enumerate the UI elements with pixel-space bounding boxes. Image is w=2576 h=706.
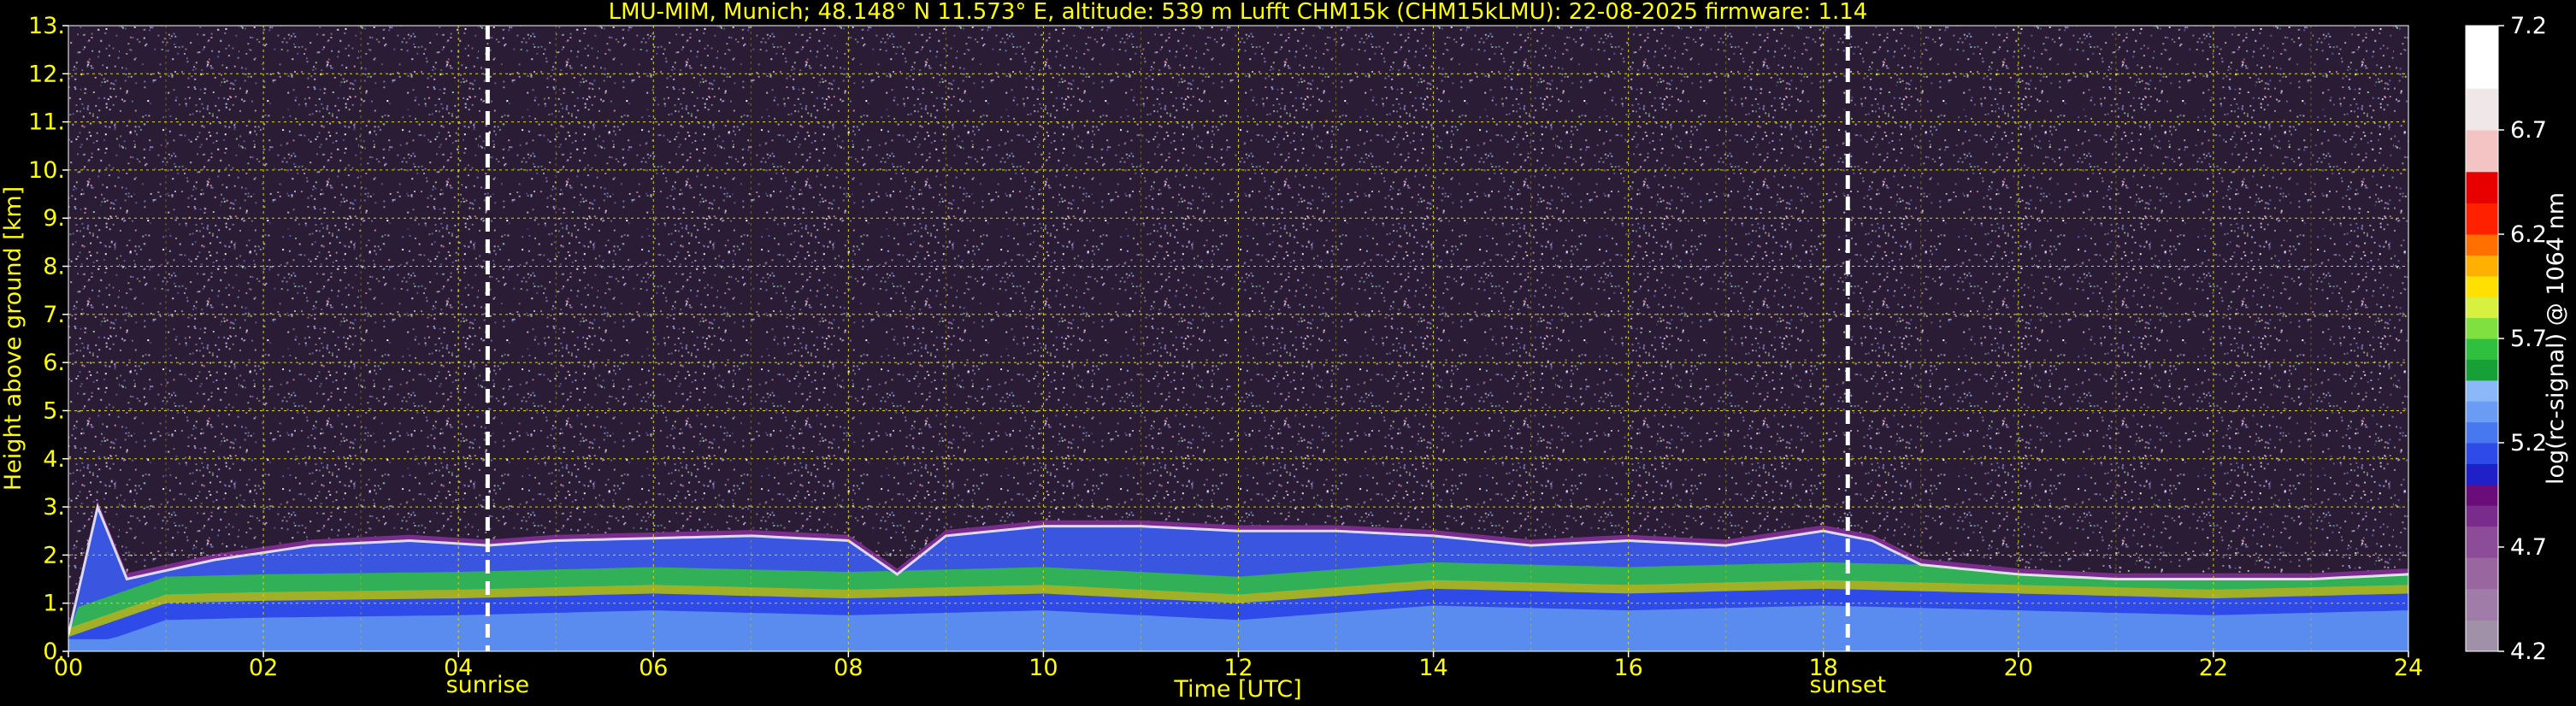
colorbar-tick-label: 4.2 [2510,638,2547,665]
x-tick-label: 02 [249,655,278,681]
colorbar-segment [2466,484,2498,506]
y-tick-label: 0. [43,638,65,665]
colorbar-tick-label: 7.2 [2510,13,2547,39]
y-tick-label: 12. [28,61,65,87]
colorbar-tick-label: 6.2 [2510,221,2547,248]
x-axis-label: Time [UTC] [1173,676,1301,703]
x-tick-label: 06 [639,655,668,681]
colorbar-segment [2466,171,2498,203]
colorbar-tick-label: 6.7 [2510,117,2547,144]
y-tick-label: 2. [43,542,65,568]
ceilometer-chart: LMU-MIM, Munich; 48.148° N 11.573° E, al… [0,0,2576,706]
colorbar-segment [2466,557,2498,590]
colorbar-segment [2466,203,2498,235]
y-tick-label: 8. [43,254,65,280]
y-axis-ticks: 0. 1. 2. 3. 4. 5. 6. 7. 8. 9. 10. 11. 12. 13. [28,13,68,665]
colorbar-segment [2466,463,2498,485]
x-tick-label: 14 [1418,655,1447,681]
colorbar-segment [2466,379,2498,402]
y-tick-label: 1. [43,591,65,617]
colorbar-segment [2466,505,2498,527]
colorbar-segment [2466,88,2498,131]
colorbar-segment [2466,359,2498,381]
colorbar-segment [2466,297,2498,319]
y-tick-label: 7. [43,302,65,328]
y-tick-label: 13. [28,13,65,39]
colorbar-tick-label: 5.2 [2510,430,2547,456]
x-tick-label: 10 [1029,655,1058,681]
colorbar-label: log(rc-signal) @ 1064 nm [2543,192,2569,485]
colorbar-segment [2466,401,2498,423]
colorbar-segment [2466,317,2498,339]
chart-svg: LMU-MIM, Munich; 48.148° N 11.573° E, al… [0,0,2569,703]
colorbar-segment [2466,443,2498,464]
y-tick-label: 10. [28,157,65,184]
colorbar-segment [2466,26,2498,89]
colorbar-segment [2466,275,2498,297]
colorbar-segment [2466,588,2498,621]
chart-title: LMU-MIM, Munich; 48.148° N 11.573° E, al… [609,0,1868,25]
colorbar-segment [2466,234,2498,256]
x-tick-label: 24 [2394,655,2423,681]
y-tick-label: 9. [43,205,65,232]
colorbar-segment [2466,338,2498,360]
colorbar-tick-label: 5.7 [2510,326,2547,352]
y-tick-label: 6. [43,350,65,376]
sunrise-label: sunrise [446,672,530,698]
y-axis-label: Height above ground [km] [0,186,27,491]
y-tick-label: 5. [43,397,65,424]
y-tick-label: 11. [28,109,65,136]
colorbar: 4.2 4.7 5.2 5.7 6.2 6.7 7.2 [2465,13,2547,665]
x-tick-label: 16 [1613,655,1642,681]
colorbar-segment [2466,255,2498,277]
sunset-label: sunset [1809,672,1886,698]
x-tick-label: 08 [834,655,863,681]
colorbar-tick-label: 4.7 [2510,534,2547,561]
colorbar-segment [2466,130,2498,173]
x-tick-label: 22 [2199,655,2228,681]
colorbar-segment [2466,421,2498,444]
y-tick-label: 4. [43,446,65,473]
colorbar-segment [2466,526,2498,558]
y-tick-label: 3. [43,494,65,521]
colorbar-segment [2466,620,2498,652]
x-tick-label: 20 [2004,655,2033,681]
